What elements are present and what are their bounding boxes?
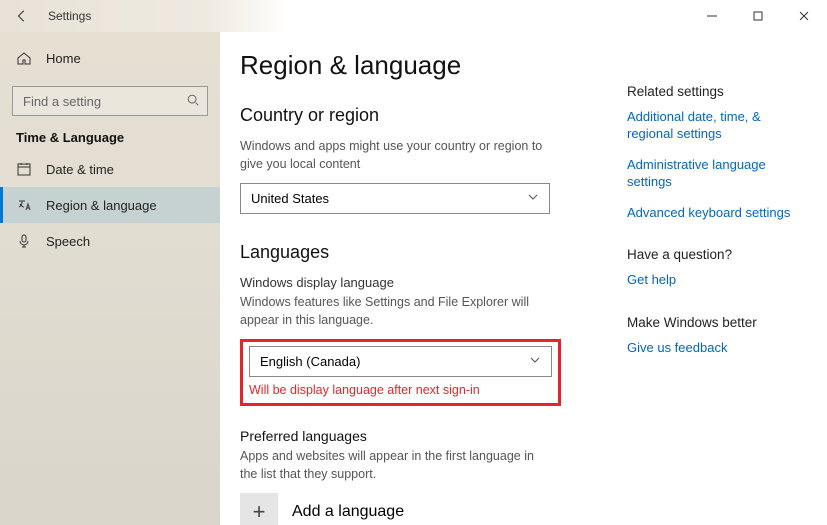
chevron-down-icon — [527, 191, 539, 206]
country-section-heading: Country or region — [240, 105, 627, 126]
display-language-value: English (Canada) — [260, 354, 360, 369]
search-input[interactable] — [12, 86, 208, 116]
back-button[interactable] — [14, 8, 30, 24]
sidebar-item-date-time[interactable]: Date & time — [0, 151, 220, 187]
titlebar: Settings — [0, 0, 827, 32]
related-settings-heading: Related settings — [627, 84, 809, 99]
plus-icon: + — [240, 493, 278, 525]
sidebar-item-label: Speech — [46, 234, 90, 249]
display-language-label: Windows display language — [240, 275, 627, 290]
sidebar-item-speech[interactable]: Speech — [0, 223, 220, 259]
chevron-down-icon — [529, 354, 541, 369]
preferred-languages-description: Apps and websites will appear in the fir… — [240, 448, 550, 483]
display-language-dropdown[interactable]: English (Canada) — [249, 346, 552, 377]
add-language-label: Add a language — [292, 503, 404, 521]
country-dropdown[interactable]: United States — [240, 183, 550, 214]
link-advanced-keyboard[interactable]: Advanced keyboard settings — [627, 205, 809, 222]
sidebar: Home Time & Language Date & time Region … — [0, 32, 220, 525]
clock-icon — [16, 161, 32, 177]
country-description: Windows and apps might use your country … — [240, 138, 550, 173]
microphone-icon — [16, 233, 32, 249]
feedback-heading: Make Windows better — [627, 315, 809, 330]
window-title: Settings — [48, 9, 91, 23]
add-language-button[interactable]: + Add a language — [240, 493, 627, 525]
link-get-help[interactable]: Get help — [627, 272, 809, 289]
right-rail: Related settings Additional date, time, … — [627, 32, 827, 525]
search-icon — [186, 93, 200, 112]
country-value: United States — [251, 191, 329, 206]
languages-section-heading: Languages — [240, 242, 627, 263]
minimize-button[interactable] — [689, 0, 735, 32]
preferred-languages-heading: Preferred languages — [240, 428, 627, 444]
highlight-annotation: English (Canada) Will be display languag… — [240, 339, 561, 406]
main-content: Region & language Country or region Wind… — [220, 32, 627, 525]
sidebar-item-label: Date & time — [46, 162, 114, 177]
link-admin-language[interactable]: Administrative language settings — [627, 157, 809, 191]
display-language-description: Windows features like Settings and File … — [240, 294, 550, 329]
link-additional-date-time[interactable]: Additional date, time, & regional settin… — [627, 109, 809, 143]
sidebar-item-region-language[interactable]: Region & language — [0, 187, 220, 223]
display-language-note: Will be display language after next sign… — [249, 383, 552, 397]
question-heading: Have a question? — [627, 247, 809, 262]
home-icon — [16, 50, 32, 66]
sidebar-category: Time & Language — [0, 130, 220, 151]
link-give-feedback[interactable]: Give us feedback — [627, 340, 809, 357]
language-icon — [16, 197, 32, 213]
maximize-button[interactable] — [735, 0, 781, 32]
sidebar-item-home[interactable]: Home — [0, 40, 220, 76]
sidebar-item-label: Home — [46, 51, 81, 66]
sidebar-item-label: Region & language — [46, 198, 157, 213]
page-title: Region & language — [240, 50, 627, 81]
close-button[interactable] — [781, 0, 827, 32]
